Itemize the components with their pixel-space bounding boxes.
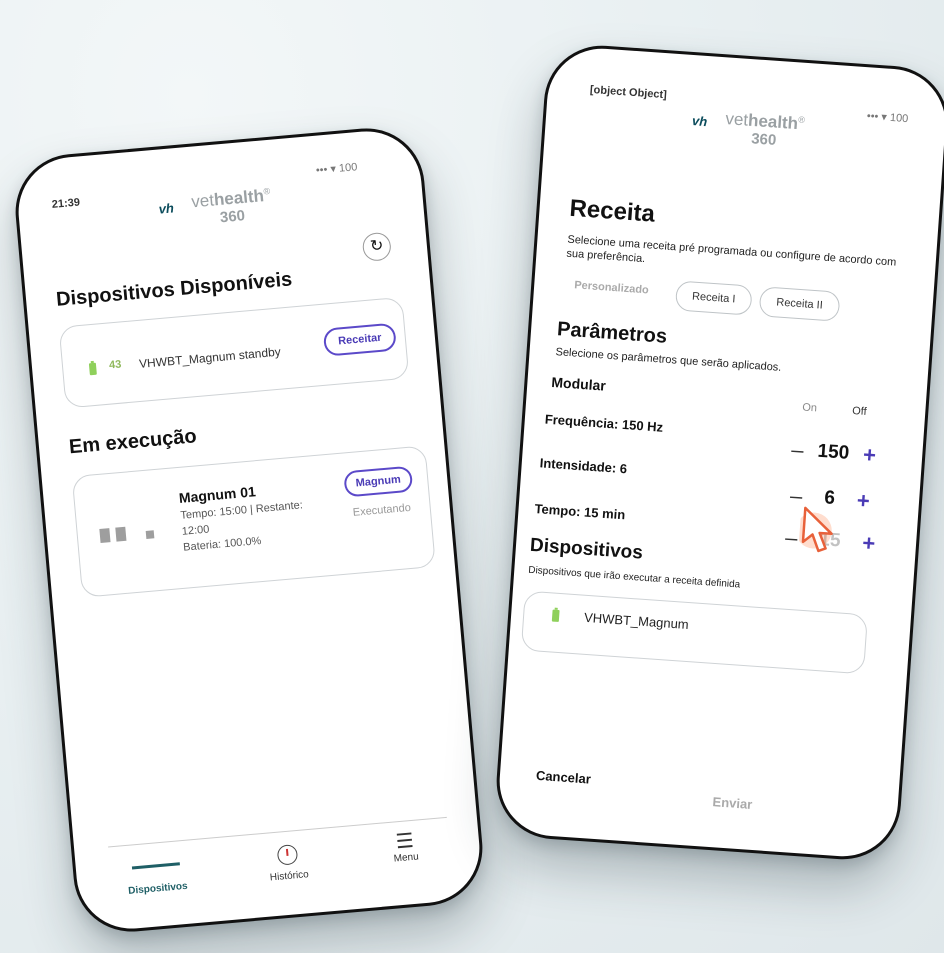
menu-icon: ☰ [394, 829, 415, 854]
nav-menu-label: Menu [393, 851, 420, 865]
frequency-plus-button[interactable]: + [862, 442, 877, 469]
page-title: Receita [568, 194, 656, 228]
running-title: Em execução [68, 425, 198, 459]
devices-title: Dispositivos [529, 534, 644, 564]
frequency-stepper: – 150 + [790, 437, 877, 469]
logo-text: vethealth® 360 [190, 185, 271, 226]
status-time: [object Object] [589, 83, 668, 102]
logo-text: vethealth® 360 [724, 109, 806, 149]
selected-device-name: VHWBT_Magnum [583, 609, 690, 633]
app-logo: vh vethealth® 360 [157, 182, 273, 232]
params-subtitle: Selecione os parâmetros que serão aplica… [555, 346, 782, 374]
frequency-value: 150 [816, 440, 850, 464]
time-plus-button[interactable]: + [862, 530, 877, 557]
cancel-button[interactable]: Cancelar [536, 768, 592, 787]
magnum-button[interactable]: Magnum [343, 465, 414, 498]
running-battery: Bateria: 100.0% [182, 534, 262, 554]
available-devices-title: Dispositivos Disponíveis [55, 268, 294, 311]
running-status: Executando [352, 501, 412, 519]
device-name: VHWBT_Magnum standby [138, 344, 282, 371]
nav-menu[interactable]: ☰ Menu [374, 828, 437, 866]
clock-icon [276, 844, 299, 866]
running-device-card[interactable]: Magnum 01 Tempo: 15:00 | Restante: 12:00… [71, 445, 436, 598]
devices-indicator [131, 862, 180, 870]
time-minus-button[interactable]: – [784, 525, 798, 552]
frequency-minus-button[interactable]: – [790, 437, 805, 464]
tab-receita-1[interactable]: Receita I [674, 280, 753, 316]
time-label: Tempo: 15 min [534, 501, 626, 523]
frequency-label: Frequência: 150 Hz [544, 411, 664, 435]
prescribe-button[interactable]: Receitar [322, 322, 397, 357]
nav-devices[interactable]: Dispositivos [116, 861, 198, 898]
right-phone: [object Object] ••• ▾ 100 vh vethealth® … [492, 41, 944, 864]
intensity-label: Intensidade: 6 [539, 455, 628, 477]
device-graphic [99, 524, 160, 548]
logo-mark: vh [158, 200, 175, 217]
available-device-card[interactable]: 43 VHWBT_Magnum standby Receitar [58, 296, 410, 409]
intensity-plus-button[interactable]: + [856, 488, 871, 515]
tab-receita-2[interactable]: Receita II [758, 286, 841, 322]
send-button[interactable]: Enviar [712, 794, 753, 812]
status-time: 21:39 [51, 196, 81, 211]
battery-icon [88, 362, 97, 376]
devices-subtitle: Dispositivos que irão executar a receita… [527, 564, 741, 591]
status-icons: ••• ▾ 100 [315, 161, 358, 177]
mouse-cursor-icon [797, 506, 833, 553]
selected-device-card[interactable]: VHWBT_Magnum [520, 590, 869, 675]
page-subtitle: Selecione uma receita pré programada ou … [566, 233, 897, 269]
nav-devices-label: Dispositivos [127, 880, 189, 897]
left-phone: 21:39 ••• ▾ 100 vh vethealth® 360 Dispos… [10, 123, 488, 937]
battery-icon [551, 609, 560, 622]
modular-label: Modular [550, 373, 607, 394]
tab-personalizado[interactable]: Personalizado [574, 279, 649, 296]
on-option[interactable]: On [802, 401, 817, 414]
running-remaining: 12:00 [181, 523, 210, 538]
status-icons: ••• ▾ 100 [866, 110, 909, 126]
battery-level: 43 [108, 358, 122, 372]
refresh-icon[interactable]: ↻ [361, 231, 392, 262]
app-logo: vh vethealth® 360 [690, 103, 806, 151]
nav-history-label: Histórico [269, 869, 310, 884]
off-option[interactable]: Off [852, 405, 867, 418]
nav-history[interactable]: Histórico [247, 841, 330, 885]
params-title: Parâmetros [556, 318, 668, 348]
running-device-name: Magnum 01 [178, 483, 257, 506]
logo-mark: vh [691, 113, 708, 130]
